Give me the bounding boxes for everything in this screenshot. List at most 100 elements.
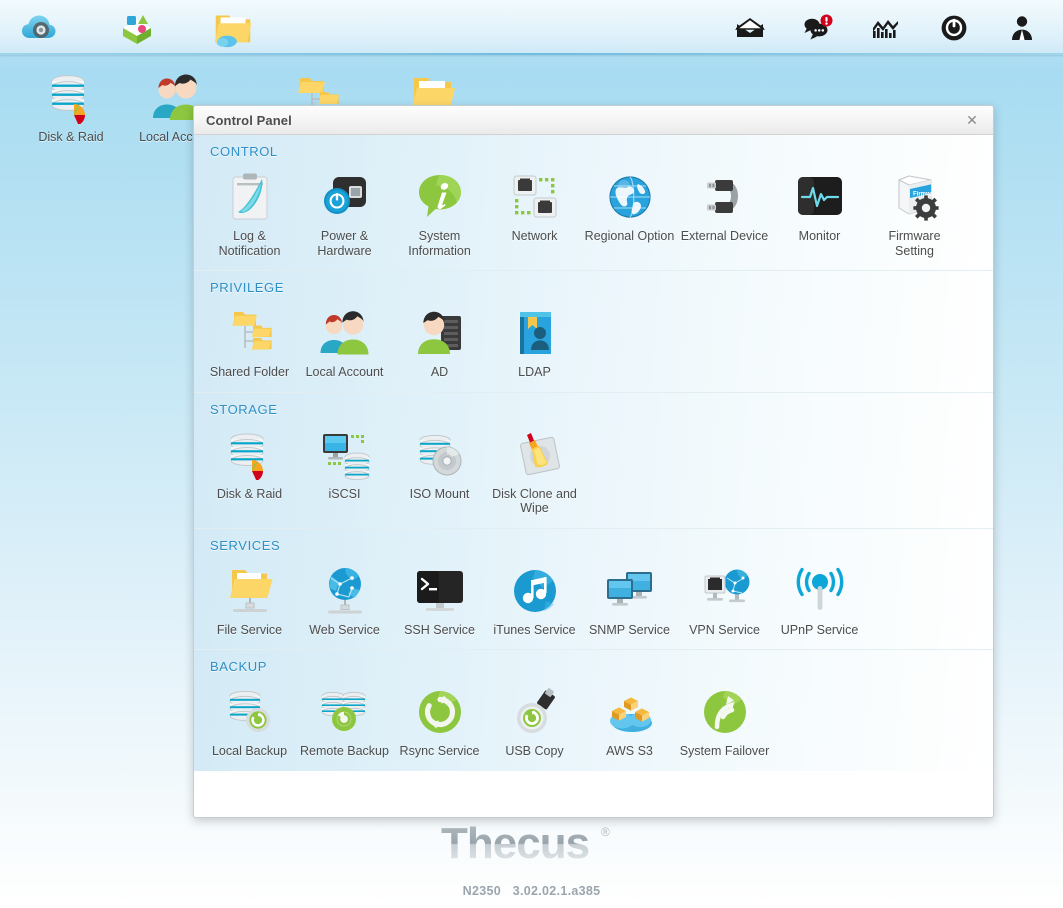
section-grid: Log & Notification Power & Hardware Syst… xyxy=(194,163,993,260)
notification-chat-icon[interactable] xyxy=(795,5,841,51)
iso-mount-icon xyxy=(393,425,486,485)
cp-item-firmware-setting[interactable]: Firmware Firmware Setting xyxy=(867,163,962,260)
cp-item-label: Disk Clone and Wipe xyxy=(492,486,577,516)
cp-item-iso-mount[interactable]: ISO Mount xyxy=(392,421,487,518)
ad-icon xyxy=(393,303,486,363)
section-title: BACKUP xyxy=(210,659,268,674)
cp-item-log-notification[interactable]: Log & Notification xyxy=(202,163,297,260)
cp-item-regional-option[interactable]: Regional Option xyxy=(582,163,677,260)
cp-item-label: Local Account xyxy=(305,365,384,379)
cp-item-aws-s3[interactable]: AWS S3 xyxy=(582,678,677,761)
file-service-icon xyxy=(203,561,296,621)
cp-item-ldap[interactable]: LDAP xyxy=(487,299,582,382)
cp-item-label: Network xyxy=(511,229,558,243)
cp-item-local-backup[interactable]: Local Backup xyxy=(202,678,297,761)
page-title: Control Panel xyxy=(206,112,292,128)
cp-item-label: iTunes Service xyxy=(493,622,576,637)
app-center-icon[interactable] xyxy=(114,5,160,51)
cp-item-label: ISO Mount xyxy=(409,486,470,501)
cp-item-itunes-service[interactable]: iTunes Service xyxy=(487,557,582,640)
section-backup: BACKUP Local Backup Remote Backup Rsync … xyxy=(194,650,993,771)
upnp-service-icon xyxy=(773,561,866,621)
section-services: SERVICES File Service Web Service SSH Se… xyxy=(194,528,993,650)
cp-item-label: Shared Folder xyxy=(209,365,290,379)
cp-item-label: SNMP Service xyxy=(588,622,671,637)
taskbar-left-group xyxy=(18,0,256,55)
model-name: N2350 xyxy=(462,884,501,898)
cp-item-ad[interactable]: AD xyxy=(392,299,487,382)
rsync-service-icon xyxy=(393,682,486,742)
cp-item-remote-backup[interactable]: Remote Backup xyxy=(297,678,392,761)
ldap-icon xyxy=(488,303,581,363)
cp-item-disk-raid[interactable]: Disk & Raid xyxy=(202,421,297,518)
cp-item-system-failover[interactable]: System Failover xyxy=(677,678,772,761)
section-grid: File Service Web Service SSH Service iTu… xyxy=(194,557,993,640)
power-icon[interactable] xyxy=(931,5,977,51)
section-grid: Disk & Raid iSCSI ISO Mount Disk Clone a… xyxy=(194,421,993,518)
control-panel-titlebar: Control Panel ✕ xyxy=(194,106,993,135)
cp-item-label: LDAP xyxy=(518,365,551,379)
section-title: PRIVILEGE xyxy=(210,280,285,295)
taskbar-right-group xyxy=(727,0,1045,55)
cp-item-external-device[interactable]: External Device xyxy=(677,163,772,260)
cp-item-file-service[interactable]: File Service xyxy=(202,557,297,640)
cp-item-system-information[interactable]: System Information xyxy=(392,163,487,260)
ssh-service-icon xyxy=(393,561,486,621)
cp-item-label: Rsync Service xyxy=(399,744,480,758)
taskbar xyxy=(0,0,1063,55)
cp-item-vpn-service[interactable]: VPN Service xyxy=(677,557,772,640)
firmware-version: 3.02.02.1.a385 xyxy=(512,884,601,898)
mail-icon[interactable] xyxy=(727,5,773,51)
shared-folder-icon xyxy=(203,303,296,363)
cp-item-label: File Service xyxy=(216,622,283,637)
disk-raid-icon xyxy=(203,425,296,485)
cp-item-usb-copy[interactable]: USB Copy xyxy=(487,678,582,761)
cp-item-label: iSCSI xyxy=(328,486,361,501)
cp-item-upnp-service[interactable]: UPnP Service xyxy=(772,557,867,640)
cp-item-snmp-service[interactable]: SNMP Service xyxy=(582,557,677,640)
local-backup-icon xyxy=(203,682,296,742)
desktop-icon-label: Disk & Raid xyxy=(38,130,104,144)
section-title: SERVICES xyxy=(210,537,281,553)
power-hardware-icon xyxy=(298,167,391,227)
cp-item-rsync-service[interactable]: Rsync Service xyxy=(392,678,487,761)
user-account-icon[interactable] xyxy=(999,5,1045,51)
thecus-logo: Thecus ® xyxy=(0,820,1063,870)
cp-item-disk-clone-wipe[interactable]: Disk Clone and Wipe xyxy=(487,421,582,518)
cp-item-iscsi[interactable]: iSCSI xyxy=(297,421,392,518)
section-storage: STORAGE Disk & Raid iSCSI ISO Mount Disk… xyxy=(194,392,993,529)
cp-item-label: System Information xyxy=(408,229,471,258)
section-grid: Local Backup Remote Backup Rsync Service… xyxy=(194,678,993,761)
snmp-service-icon xyxy=(583,561,676,621)
cp-item-monitor[interactable]: Monitor xyxy=(772,163,867,260)
build-info: N2350 3.02.02.1.a385 xyxy=(0,884,1063,898)
section-privilege: PRIVILEGE Shared Folder Local Account AD… xyxy=(194,271,993,393)
cp-item-power-hardware[interactable]: Power & Hardware xyxy=(297,163,392,260)
itunes-service-icon xyxy=(488,561,581,621)
web-service-icon xyxy=(298,561,391,621)
control-panel-body: CONTROL Log & Notification Power & Hardw… xyxy=(194,135,993,817)
file-manager-icon[interactable] xyxy=(210,5,256,51)
cp-item-network[interactable]: Network xyxy=(487,163,582,260)
cloud-backup-icon[interactable] xyxy=(18,5,64,51)
monitor-graph-icon[interactable] xyxy=(863,5,909,51)
cp-item-web-service[interactable]: Web Service xyxy=(297,557,392,640)
cp-item-ssh-service[interactable]: SSH Service xyxy=(392,557,487,640)
cp-item-label: External Device xyxy=(680,229,769,243)
remote-backup-icon xyxy=(298,682,391,742)
cp-item-shared-folder[interactable]: Shared Folder xyxy=(202,299,297,382)
desktop-icon-disk-raid[interactable]: Disk & Raid xyxy=(23,68,119,144)
cp-item-local-account[interactable]: Local Account xyxy=(297,299,392,382)
local-account-icon xyxy=(298,303,391,363)
aws-s3-icon xyxy=(583,682,676,742)
close-icon[interactable]: ✕ xyxy=(961,109,983,131)
section-title: CONTROL xyxy=(210,144,278,159)
system-failover-icon xyxy=(678,682,771,742)
cp-item-label: Disk & Raid xyxy=(216,486,283,501)
cp-item-label: Local Backup xyxy=(211,744,288,758)
iscsi-icon xyxy=(298,425,391,485)
section-title: STORAGE xyxy=(210,401,278,417)
cp-item-label: Remote Backup xyxy=(300,744,389,758)
disk-raid-icon xyxy=(23,68,119,124)
brand-wordmark: Thecus ® xyxy=(441,822,610,868)
